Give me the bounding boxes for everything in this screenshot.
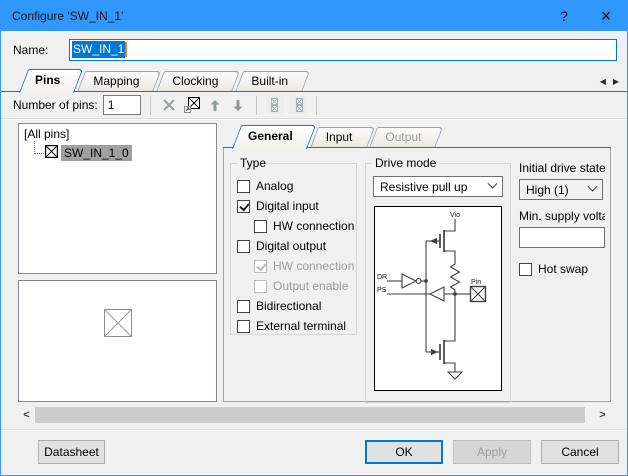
window-title: Configure 'SW_IN_1' xyxy=(12,9,123,23)
checkbox-hw-connection-input[interactable]: HW connection xyxy=(237,216,354,236)
tab-scroll-right-icon[interactable]: ▶ xyxy=(613,77,619,86)
right-pane: General Input Output Type Analog Digital… xyxy=(223,123,611,402)
checkbox-analog[interactable]: Analog xyxy=(237,176,354,196)
move-down-icon[interactable] xyxy=(229,96,247,114)
general-tab-page: Type Analog Digital input HW connection … xyxy=(223,148,611,402)
tab-general[interactable]: General xyxy=(232,125,307,148)
datasheet-button[interactable]: Datasheet xyxy=(38,440,105,464)
pin-preview-icon xyxy=(104,309,132,337)
toolbar-separator xyxy=(316,96,317,115)
chevron-down-icon xyxy=(488,179,498,189)
horizontal-scrollbar[interactable]: < > xyxy=(18,407,611,423)
drive-mode-group: Drive mode Resistive pull up xyxy=(365,163,511,403)
move-up-icon[interactable] xyxy=(206,96,224,114)
schematic-pin-label: Pin xyxy=(471,279,481,286)
group-pins-icon[interactable] xyxy=(266,96,284,114)
content-area: [All pins] SW_IN_1_0 General xyxy=(1,119,627,402)
tab-scroll-left-icon[interactable]: ◀ xyxy=(600,77,606,86)
titlebar[interactable]: Configure 'SW_IN_1' ? × xyxy=(1,1,627,31)
checkbox-digital-output[interactable]: Digital output xyxy=(237,236,354,256)
inner-tabstrip: General Input Output xyxy=(223,123,611,148)
ok-button[interactable]: OK xyxy=(365,440,443,464)
schematic-ps-label: PS xyxy=(377,287,387,294)
tab-built-in[interactable]: Built-in xyxy=(235,71,302,92)
tab-input[interactable]: Input xyxy=(310,127,367,148)
close-button[interactable]: × xyxy=(585,1,627,31)
checkbox-hw-connection-output[interactable]: HW connection xyxy=(237,256,354,276)
checkbox-box xyxy=(254,280,267,293)
checkbox-bidirectional[interactable]: Bidirectional xyxy=(237,296,354,316)
schematic-dr-label: DR xyxy=(377,274,387,281)
toolbar-separator xyxy=(256,96,257,115)
name-value-selected: SW_IN_1 xyxy=(72,41,125,58)
drive-mode-dropdown[interactable]: Resistive pull up xyxy=(373,176,503,197)
ungroup-pins-icon[interactable] xyxy=(289,96,307,114)
schematic-vio-label: Vio xyxy=(450,212,460,219)
checkbox-box xyxy=(237,320,250,333)
checkbox-digital-input[interactable]: Digital input xyxy=(237,196,354,216)
initial-drive-state-dropdown[interactable]: High (1) xyxy=(519,179,603,200)
toolbar-separator xyxy=(150,96,151,115)
tree-root-all-pins[interactable]: [All pins] xyxy=(21,127,214,144)
checkbox-box xyxy=(254,220,267,233)
drive-mode-title: Drive mode xyxy=(372,156,439,170)
checkbox-external-terminal[interactable]: External terminal xyxy=(237,316,354,336)
type-group-title: Type xyxy=(237,156,269,170)
checkbox-box xyxy=(237,180,250,193)
pin-icon xyxy=(45,145,58,161)
scroll-left-icon[interactable]: < xyxy=(18,407,35,423)
tab-pins[interactable]: Pins xyxy=(19,69,74,92)
checkbox-box xyxy=(237,240,250,253)
text-caret xyxy=(125,42,127,57)
cancel-button[interactable]: Cancel xyxy=(541,440,619,464)
min-supply-voltage-label: Min. supply voltage xyxy=(519,209,605,223)
pins-toolbar: Number of pins: 1 xyxy=(1,92,627,119)
tree-item-label: SW_IN_1_0 xyxy=(61,145,132,161)
pin-preview-panel xyxy=(18,280,217,402)
main-tabstrip: Pins Mapping Clocking Built-in ◀ ▶ xyxy=(1,66,627,92)
number-of-pins-input[interactable]: 1 xyxy=(103,95,141,115)
name-input[interactable]: SW_IN_1 xyxy=(69,39,617,61)
checkbox-box xyxy=(519,263,532,276)
footer-button-bar: Datasheet OK Apply Cancel xyxy=(1,429,627,475)
drive-mode-schematic: Vio DR PS Pin xyxy=(374,206,502,394)
help-button[interactable]: ? xyxy=(543,1,585,31)
initial-drive-state-value: High (1) xyxy=(526,183,569,197)
checkbox-output-enable[interactable]: Output enable xyxy=(237,276,354,296)
tree-item-pin[interactable]: SW_IN_1_0 xyxy=(34,144,214,162)
tab-mapping[interactable]: Mapping xyxy=(77,71,153,92)
checkbox-box xyxy=(237,300,250,313)
footer-right-group: OK Apply Cancel xyxy=(365,440,619,464)
tab-scroll-buttons: ◀ ▶ xyxy=(600,77,619,92)
add-pin-icon[interactable] xyxy=(183,96,201,114)
scroll-right-icon[interactable]: > xyxy=(594,407,611,423)
pin-tree[interactable]: [All pins] SW_IN_1_0 xyxy=(18,123,217,274)
scrollbar-thumb[interactable] xyxy=(35,407,585,423)
checkbox-box xyxy=(237,200,250,213)
tree-connector xyxy=(34,145,44,161)
tab-output[interactable]: Output xyxy=(369,127,435,148)
drive-mode-value: Resistive pull up xyxy=(380,180,467,194)
type-group: Type Analog Digital input HW connection … xyxy=(230,163,357,335)
configure-pin-dialog: Configure 'SW_IN_1' ? × Name: SW_IN_1 Pi… xyxy=(0,0,628,476)
checkbox-hot-swap[interactable]: Hot swap xyxy=(519,259,605,279)
min-supply-voltage-input[interactable] xyxy=(519,227,605,248)
initial-state-column: Initial drive state: High (1) Min. suppl… xyxy=(519,157,605,393)
chevron-down-icon xyxy=(588,182,598,192)
initial-drive-state-label: Initial drive state: xyxy=(519,161,605,175)
checkbox-box xyxy=(254,260,267,273)
number-of-pins-label: Number of pins: xyxy=(13,98,98,112)
apply-button[interactable]: Apply xyxy=(453,440,531,464)
name-label: Name: xyxy=(13,43,69,57)
delete-pin-icon[interactable] xyxy=(160,96,178,114)
left-column: [All pins] SW_IN_1_0 xyxy=(18,123,217,402)
name-row: Name: SW_IN_1 xyxy=(1,31,627,66)
tab-clocking[interactable]: Clocking xyxy=(156,71,232,92)
